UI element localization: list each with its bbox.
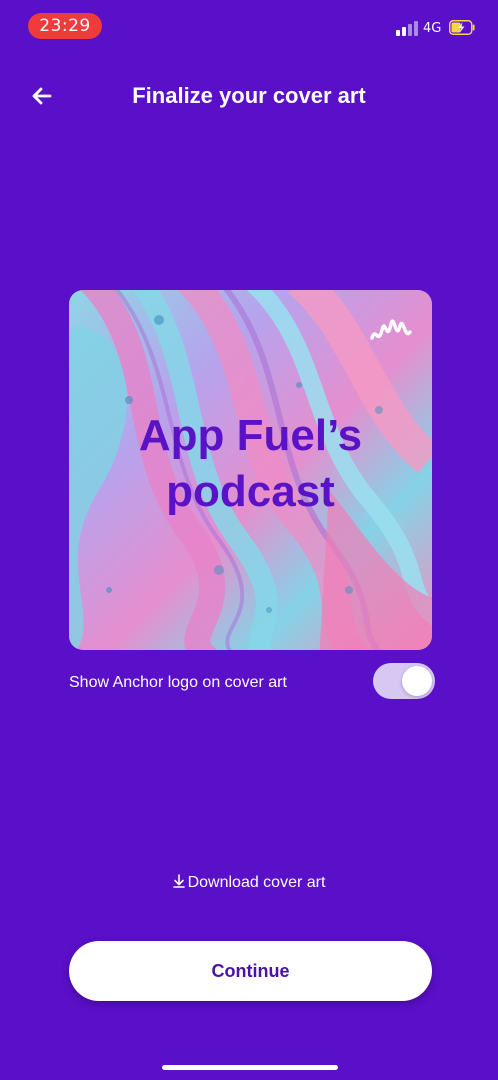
download-cover-art-label: Download cover art	[187, 874, 326, 891]
finalize-cover-art-screen: 23:29 4G Finalize your cover art App Fue…	[0, 0, 498, 1080]
cover-art-title-line2: podcast	[166, 467, 335, 516]
anchor-logo-icon	[370, 319, 412, 340]
continue-button[interactable]: Continue	[69, 941, 432, 1001]
network-type: 4G	[423, 21, 442, 36]
cover-art-title-line1: App Fuel’s	[138, 411, 363, 460]
battery-charging-icon	[449, 20, 475, 35]
download-icon	[172, 874, 185, 888]
cover-art-title: App Fuel’s podcast	[69, 408, 432, 520]
download-cover-art-link[interactable]: Download cover art	[0, 872, 498, 894]
cellular-signal-icon	[396, 20, 418, 36]
toggle-knob	[402, 666, 432, 696]
status-time: 23:29	[28, 13, 102, 39]
status-bar: 23:29 4G	[0, 0, 498, 52]
show-anchor-logo-toggle[interactable]	[373, 663, 435, 699]
cover-art-preview: App Fuel’s podcast	[69, 290, 432, 650]
page-title: Finalize your cover art	[132, 83, 366, 108]
home-indicator	[162, 1065, 338, 1070]
show-anchor-logo-label: Show Anchor logo on cover art	[69, 674, 287, 691]
